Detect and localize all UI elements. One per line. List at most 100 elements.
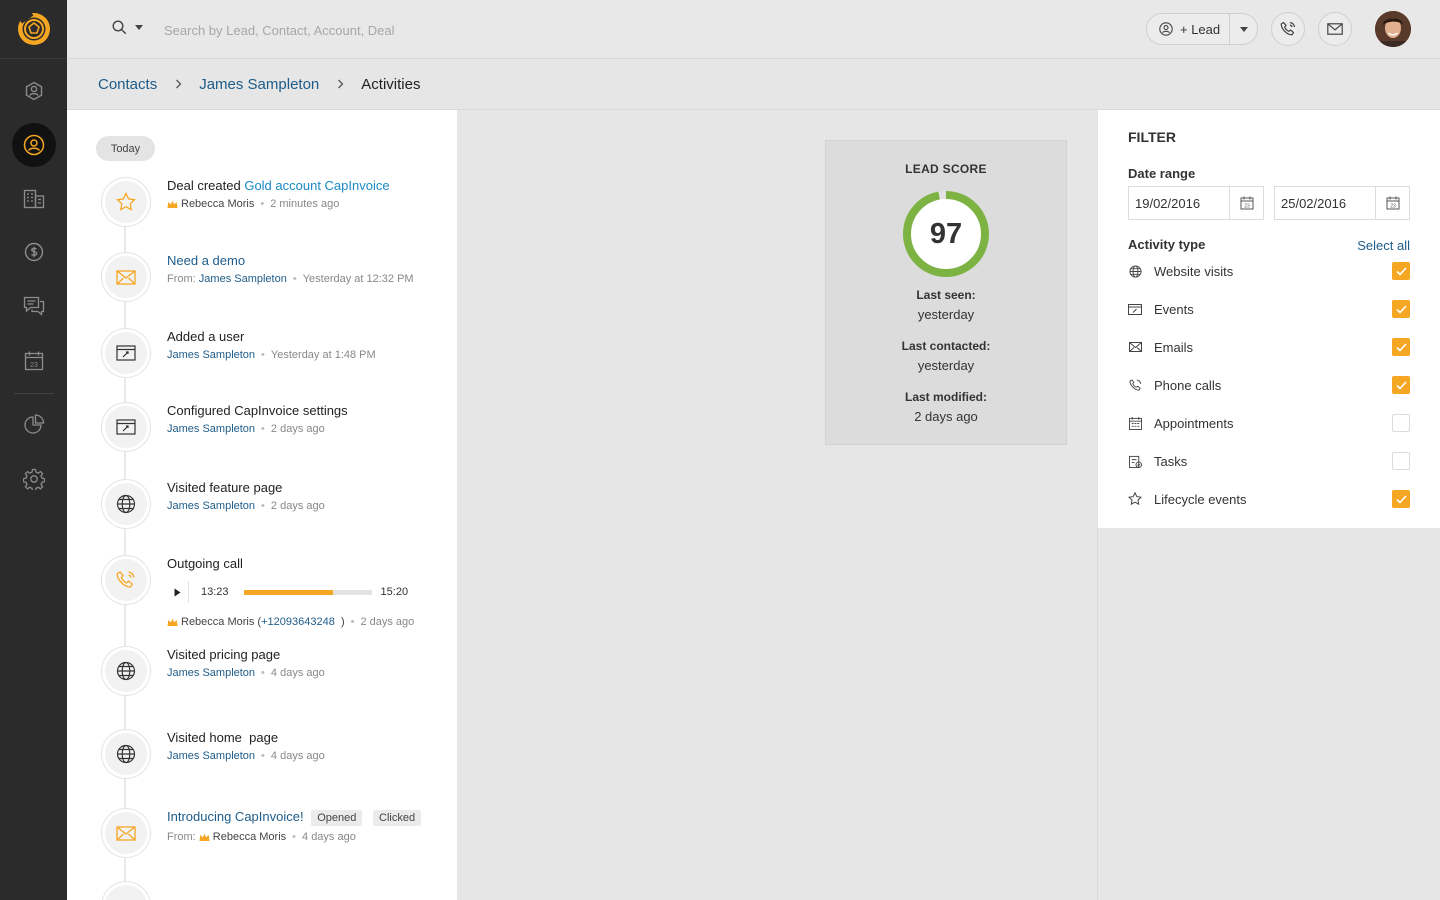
email-subject-link[interactable]: Introducing CapInvoice! [167, 809, 304, 824]
separator-dot: • [261, 423, 265, 435]
play-icon [174, 588, 181, 596]
timeline-line [124, 200, 126, 900]
activity-contact[interactable]: James Sampleton [167, 423, 255, 435]
nav-conversations[interactable] [0, 283, 67, 329]
filter-appointments[interactable]: Appointments [1128, 413, 1410, 433]
chevron-down-icon [135, 25, 143, 30]
last-contacted-label: Last contacted: [901, 339, 991, 353]
checkbox[interactable] [1392, 300, 1410, 318]
nav-leads[interactable] [0, 68, 67, 114]
deal-link[interactable]: Gold account CapInvoice [244, 178, 389, 193]
filter-events[interactable]: Events [1128, 299, 1410, 319]
select-all-link[interactable]: Select all [1357, 238, 1410, 253]
checkbox[interactable] [1392, 452, 1410, 470]
filter-label: Appointments [1154, 415, 1234, 431]
activity-contact[interactable]: James Sampleton [199, 273, 287, 285]
separator-dot: • [261, 349, 265, 361]
activity-meta: James Sampleton • 4 days ago [167, 750, 452, 762]
mail-icon [102, 253, 150, 301]
calendar-icon[interactable]: 23 [1375, 187, 1409, 219]
activity-meta: James Sampleton • 4 days ago [167, 667, 452, 679]
nav-contacts[interactable] [0, 122, 67, 168]
activity-contact[interactable]: James Sampleton [167, 500, 255, 512]
checkbox[interactable] [1392, 376, 1410, 394]
breadcrumb-contact-name[interactable]: James Sampleton [199, 76, 319, 93]
nav-calendar[interactable]: 23 [0, 338, 67, 384]
svg-text:23: 23 [30, 362, 38, 369]
pie-chart-icon [23, 414, 44, 434]
separator-dot: • [292, 273, 297, 285]
activity-timeline: Today Deal created Gold account CapInvoi… [67, 110, 457, 900]
filter-label: Events [1154, 301, 1194, 317]
date-from-field[interactable]: 19/02/2016 23 [1128, 186, 1264, 220]
activity-owner[interactable]: Rebecca Moris [181, 198, 254, 210]
activity-meta: From: Rebecca Moris • 4 days ago [167, 831, 452, 843]
filter-panel: FILTER Date range 19/02/2016 23 25/02/20… [1098, 110, 1440, 528]
checkbox[interactable] [1392, 262, 1410, 280]
activity-owner[interactable]: Rebecca Moris [181, 616, 254, 628]
star-icon [1128, 492, 1142, 506]
activity-contact[interactable]: James Sampleton [167, 750, 255, 762]
user-avatar[interactable] [1375, 11, 1411, 47]
phone-number-link[interactable]: +12093643248 [261, 616, 335, 628]
filter-emails[interactable]: Emails [1128, 337, 1410, 357]
activity-title: Need a demo [167, 253, 452, 268]
app-logo[interactable] [0, 0, 67, 59]
search-scope-button[interactable] [112, 20, 143, 35]
email-button[interactable] [1318, 12, 1352, 46]
activity-type-label: Activity type [1128, 237, 1206, 252]
nav-deals[interactable] [0, 229, 67, 275]
nav-reports[interactable] [0, 402, 67, 448]
filter-label: Lifecycle events [1154, 491, 1247, 507]
call-progress-bar[interactable] [243, 589, 372, 595]
filter-label: Phone calls [1154, 377, 1222, 393]
filter-divider [1097, 528, 1098, 900]
separator-dot: • [292, 831, 297, 843]
call-button[interactable] [1271, 12, 1305, 46]
activity-time: 4 days ago [270, 667, 325, 679]
email-subject-link[interactable]: Need a demo [167, 253, 245, 268]
call-progress-fill [243, 589, 334, 595]
activity-contact[interactable]: James Sampleton [167, 349, 255, 361]
add-lead-button[interactable]: + Lead [1147, 14, 1229, 44]
activity-contact[interactable]: James Sampleton [167, 667, 255, 679]
checkbox[interactable] [1392, 414, 1410, 432]
separator-dot: • [261, 750, 265, 762]
activity-owner[interactable]: Rebecca Moris [213, 831, 286, 843]
add-lead-label: + Lead [1180, 21, 1221, 37]
chevron-right-icon [175, 79, 182, 89]
filter-lifecycle-events[interactable]: Lifecycle events [1128, 489, 1410, 509]
play-button[interactable] [167, 581, 189, 603]
filter-tasks[interactable]: Tasks [1128, 451, 1410, 471]
call-duration: 15:20 [380, 586, 409, 598]
filter-title: FILTER [1128, 129, 1176, 145]
separator-dot: • [261, 667, 265, 679]
task-icon [1128, 454, 1142, 468]
checkbox[interactable] [1392, 338, 1410, 356]
activity-title: Introducing CapInvoice! Opened Clicked [167, 809, 452, 826]
date-range-label: Date range [1128, 166, 1196, 181]
activity-meta: James Sampleton • 2 days ago [167, 500, 452, 512]
lead-score-gauge: 97 [901, 189, 991, 279]
gear-icon [22, 468, 45, 490]
filter-website-visits[interactable]: Website visits [1128, 261, 1410, 281]
breadcrumb: Contacts James Sampleton Activities [67, 59, 1440, 110]
search-input[interactable] [164, 18, 584, 42]
breadcrumb-contacts[interactable]: Contacts [98, 76, 157, 93]
date-from-value: 19/02/2016 [1135, 195, 1201, 211]
add-lead-dropdown[interactable] [1230, 26, 1257, 32]
activity-time: 2 minutes ago [270, 198, 340, 210]
activity-time: Yesterday at 1:48 PM [270, 349, 376, 361]
checkbox[interactable] [1392, 490, 1410, 508]
activity-title: Added a user [167, 329, 245, 344]
nav-settings[interactable] [0, 456, 67, 502]
crown-icon [167, 618, 178, 627]
activity-prefix: Deal created [167, 178, 245, 193]
chevron-right-icon [337, 79, 344, 89]
filter-phone-calls[interactable]: Phone calls [1128, 375, 1410, 395]
date-to-field[interactable]: 25/02/2016 23 [1274, 186, 1410, 220]
from-label: From: [167, 831, 196, 843]
calendar-icon[interactable]: 23 [1229, 187, 1263, 219]
call-current-time: 13:23 [201, 586, 229, 598]
nav-accounts[interactable] [0, 176, 67, 222]
